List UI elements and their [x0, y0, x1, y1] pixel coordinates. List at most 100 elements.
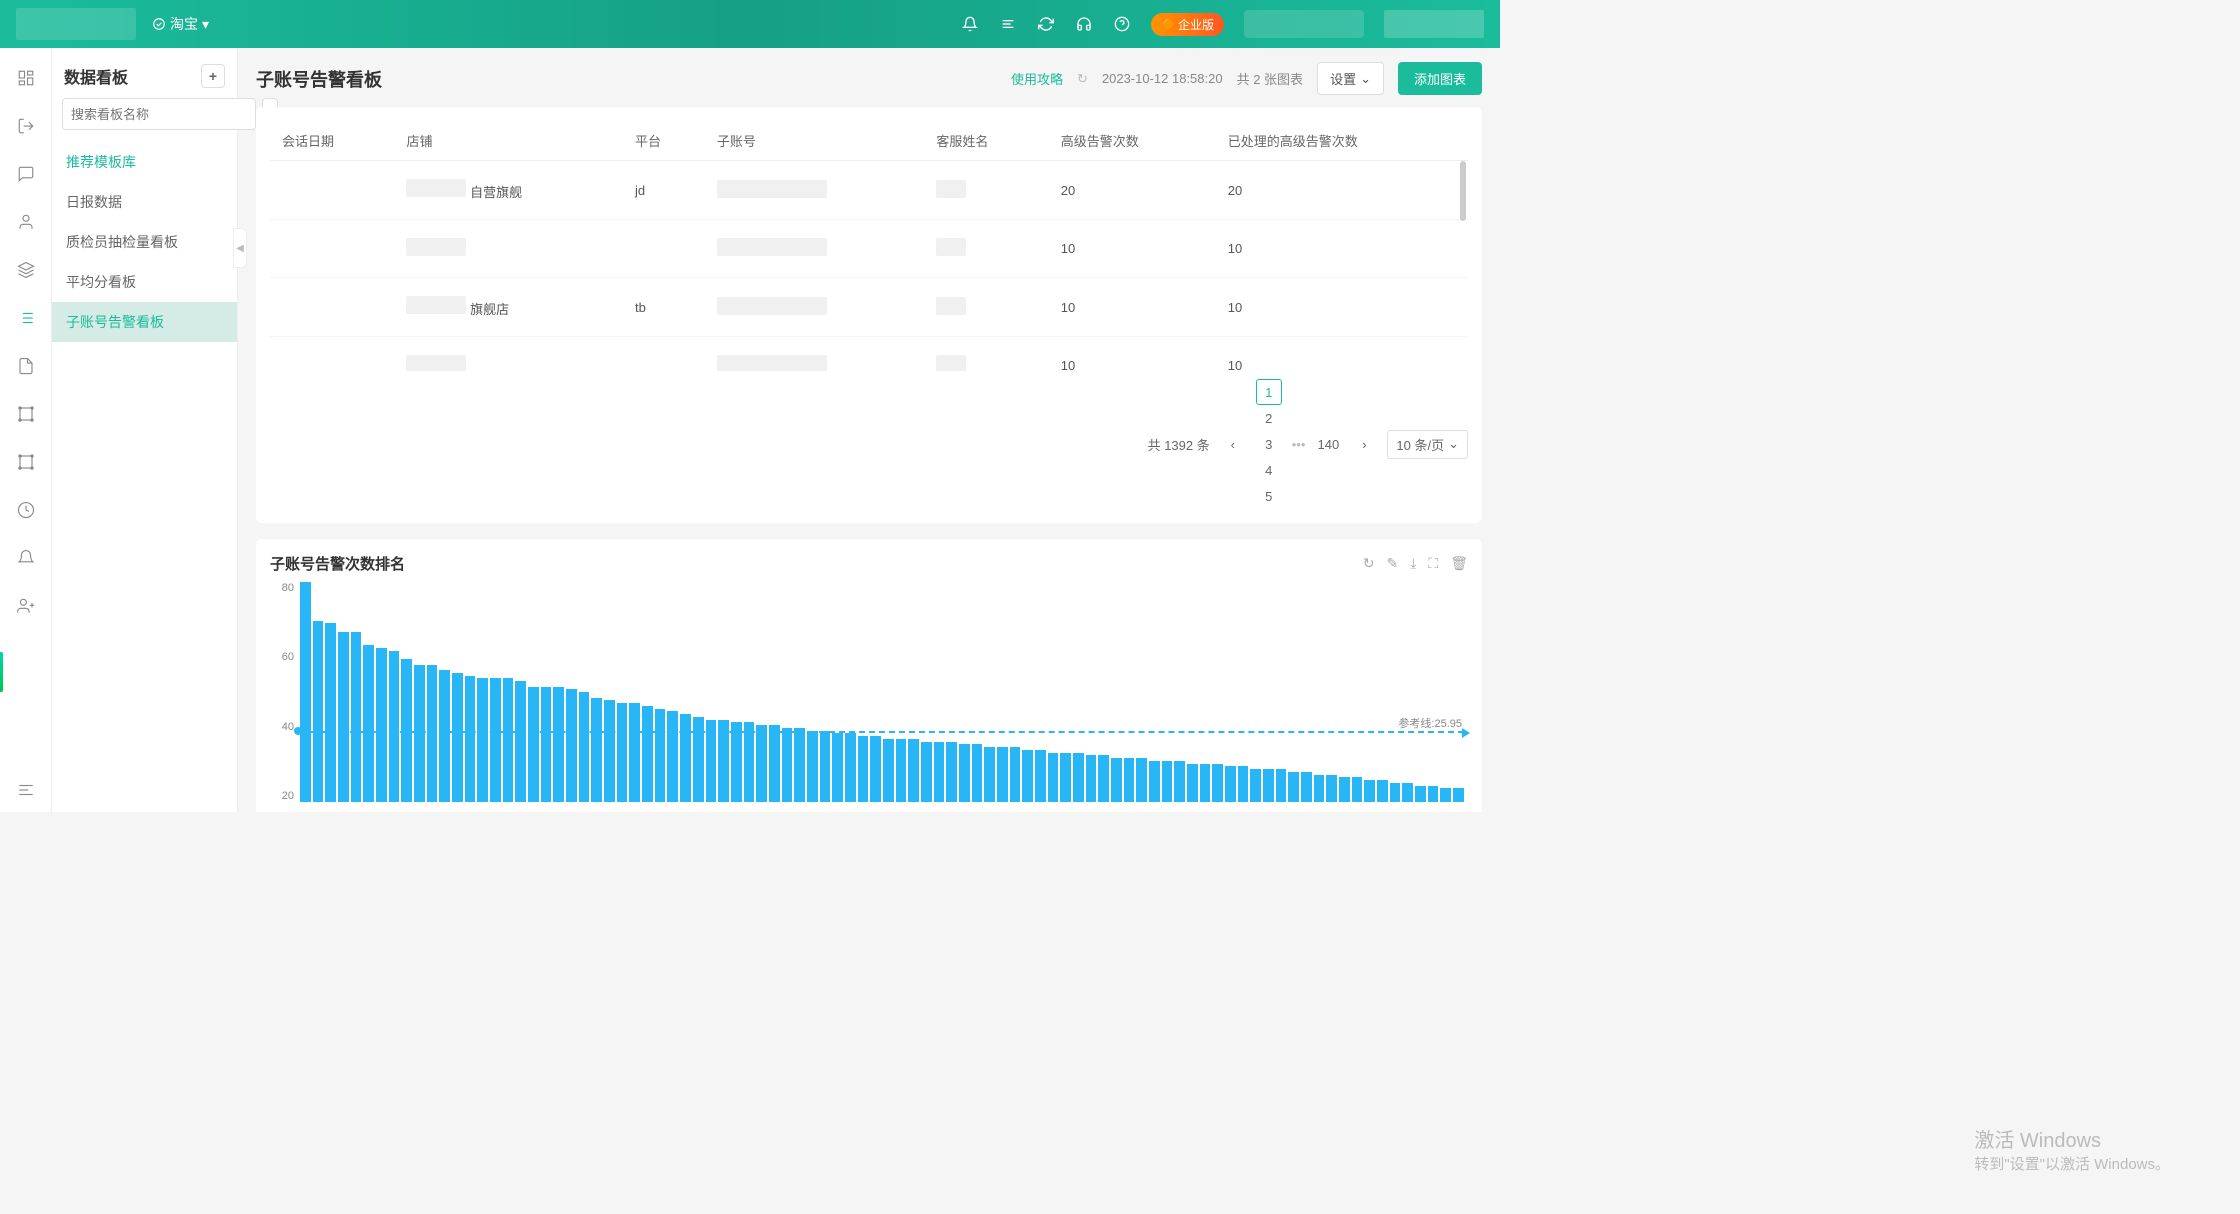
bar[interactable]	[1314, 775, 1325, 803]
bar[interactable]	[984, 747, 995, 802]
bar[interactable]	[921, 742, 932, 803]
sidebar-collapse-handle[interactable]: ◀	[233, 228, 247, 268]
bar[interactable]	[959, 744, 970, 802]
bar[interactable]	[1250, 769, 1261, 802]
bar[interactable]	[490, 678, 501, 802]
nav-box1-icon[interactable]	[16, 404, 36, 424]
nav-list-icon[interactable]	[16, 308, 36, 328]
bar[interactable]	[1048, 753, 1059, 803]
bar[interactable]	[439, 670, 450, 802]
topbar-search[interactable]	[1244, 10, 1364, 38]
bar[interactable]	[693, 717, 704, 802]
bar[interactable]	[1263, 769, 1274, 802]
bar[interactable]	[1428, 786, 1439, 803]
bar[interactable]	[1212, 764, 1223, 803]
chart-delete-icon[interactable]: 🗑	[1450, 555, 1468, 572]
bar[interactable]	[1073, 753, 1084, 803]
bar[interactable]	[731, 722, 742, 802]
help-icon[interactable]	[1113, 15, 1131, 33]
search-input[interactable]	[62, 98, 256, 130]
bar[interactable]	[934, 742, 945, 803]
bar[interactable]	[744, 722, 755, 802]
bar[interactable]	[1225, 766, 1236, 802]
sidebar-item[interactable]: 质检员抽检量看板	[52, 222, 237, 262]
bar[interactable]	[1440, 788, 1451, 802]
bar[interactable]	[832, 733, 843, 802]
bar[interactable]	[1364, 780, 1375, 802]
prev-page-button[interactable]: ‹	[1220, 431, 1246, 457]
headset-icon[interactable]	[1075, 15, 1093, 33]
bar[interactable]	[553, 687, 564, 803]
bar[interactable]	[1086, 755, 1097, 802]
next-page-button[interactable]: ›	[1351, 431, 1377, 457]
chart-edit-icon[interactable]: ✎	[1386, 555, 1398, 572]
nav-alarm-icon[interactable]	[16, 548, 36, 568]
bar[interactable]	[515, 681, 526, 802]
bar[interactable]	[1187, 764, 1198, 803]
bar[interactable]	[1010, 747, 1021, 802]
bar[interactable]	[1060, 753, 1071, 803]
bar[interactable]	[756, 725, 767, 802]
bar[interactable]	[452, 673, 463, 802]
bar[interactable]	[667, 711, 678, 802]
bar[interactable]	[376, 648, 387, 802]
bar[interactable]	[528, 687, 539, 803]
bar[interactable]	[566, 689, 577, 802]
bar[interactable]	[1149, 761, 1160, 802]
bar[interactable]	[617, 703, 628, 802]
nav-doc-icon[interactable]	[16, 356, 36, 376]
refresh-icon[interactable]: ↻	[1077, 71, 1088, 87]
nav-clock-icon[interactable]	[16, 500, 36, 520]
page-number[interactable]: 1	[1256, 379, 1282, 405]
bar[interactable]	[465, 676, 476, 803]
bar[interactable]	[325, 623, 336, 802]
bar[interactable]	[1162, 761, 1173, 802]
bar[interactable]	[845, 733, 856, 802]
sync-icon[interactable]	[1037, 15, 1055, 33]
bar[interactable]	[541, 687, 552, 803]
sidebar-item[interactable]: 推荐模板库	[52, 142, 237, 182]
bar[interactable]	[1200, 764, 1211, 803]
nav-box2-icon[interactable]	[16, 452, 36, 472]
bar[interactable]	[313, 621, 324, 803]
bar[interactable]	[363, 645, 374, 802]
page-number[interactable]: 3	[1256, 431, 1282, 457]
add-chart-button[interactable]: 添加图表	[1398, 62, 1482, 95]
bar[interactable]	[300, 582, 311, 802]
bar[interactable]	[1415, 786, 1426, 803]
nav-exit-icon[interactable]	[16, 116, 36, 136]
bar[interactable]	[579, 692, 590, 802]
bar[interactable]	[629, 703, 640, 802]
sidebar-item[interactable]: 日报数据	[52, 182, 237, 222]
bar[interactable]	[782, 728, 793, 802]
bar[interactable]	[642, 706, 653, 802]
bar[interactable]	[1136, 758, 1147, 802]
bar[interactable]	[1098, 755, 1109, 802]
bar[interactable]	[1402, 783, 1413, 802]
bar[interactable]	[1352, 777, 1363, 802]
bar[interactable]	[655, 709, 666, 803]
settings-button[interactable]: 设置⌄	[1317, 62, 1384, 95]
bar[interactable]	[401, 659, 412, 802]
scrollbar[interactable]	[1460, 161, 1466, 221]
page-last[interactable]: 140	[1315, 431, 1341, 457]
bar[interactable]	[972, 744, 983, 802]
nav-collapse-icon[interactable]	[16, 780, 36, 800]
chart-refresh-icon[interactable]: ↻	[1363, 555, 1375, 572]
bar[interactable]	[1276, 769, 1287, 802]
guide-link[interactable]: 使用攻略	[1011, 69, 1063, 88]
bar[interactable]	[1174, 761, 1185, 802]
bar[interactable]	[414, 665, 425, 803]
bar[interactable]	[477, 678, 488, 802]
bar[interactable]	[807, 731, 818, 803]
bar[interactable]	[1377, 780, 1388, 802]
bar[interactable]	[604, 700, 615, 802]
nav-user-icon[interactable]	[16, 212, 36, 232]
bar[interactable]	[883, 739, 894, 802]
user-avatar[interactable]	[1384, 10, 1484, 38]
bar[interactable]	[1124, 758, 1135, 802]
bar[interactable]	[338, 632, 349, 803]
bar[interactable]	[1238, 766, 1249, 802]
platform-dropdown[interactable]: 淘宝 ▾	[152, 14, 209, 34]
bar[interactable]	[389, 651, 400, 802]
